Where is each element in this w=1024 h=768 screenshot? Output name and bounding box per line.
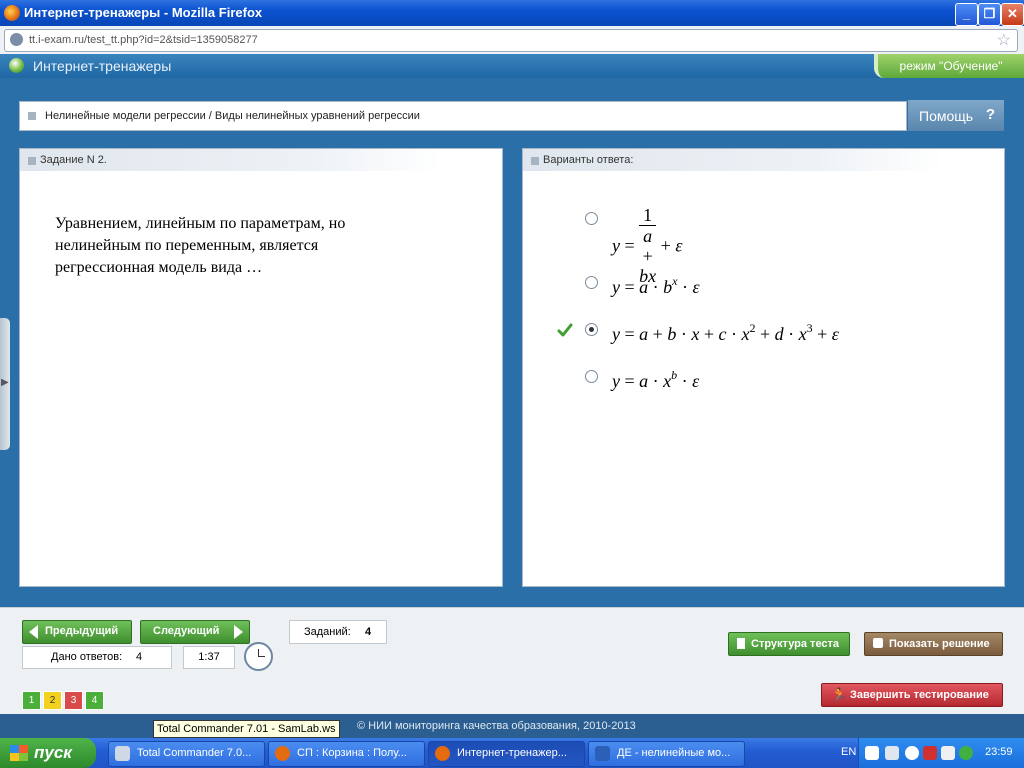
topic-title: Нелинейные модели регрессии / Виды нелин… <box>45 110 420 122</box>
address-text[interactable]: tt.i-exam.ru/test_tt.php?id=2&tsid=13590… <box>29 34 258 46</box>
firefox-icon <box>4 5 20 21</box>
tasks-count-box: Заданий: 4 <box>289 620 387 644</box>
taskbar-item-label: Total Commander 7.0... <box>137 747 252 759</box>
site-identity-icon[interactable] <box>10 33 23 46</box>
arrow-left-icon <box>29 625 38 639</box>
arrow-right-icon <box>234 625 243 639</box>
running-man-icon: 🏃 <box>831 687 848 702</box>
answer-radio-2[interactable] <box>585 276 598 289</box>
answer-formula-3[interactable]: y = a + b · x + c · x2 + d · x3 + ε <box>612 321 839 345</box>
next-button[interactable]: Следующий <box>140 620 250 644</box>
show-solution-button[interactable]: Показать решение <box>864 632 1003 656</box>
test-structure-button[interactable]: Структура теста <box>728 632 850 656</box>
taskbar-item-label: Интернет-тренажер... <box>457 747 567 759</box>
chevron-right-icon: ▶ <box>1 377 9 388</box>
bullet-square-icon <box>28 157 36 165</box>
system-tray: EN 23:59 <box>841 738 1024 768</box>
answered-label: Дано ответов: <box>51 651 123 663</box>
bullet-square-icon <box>28 112 36 120</box>
word-document-icon <box>595 746 610 761</box>
app-header: Интернет-тренажеры <box>0 54 1024 78</box>
bullet-square-icon <box>531 157 539 165</box>
tasks-label: Заданий: <box>304 626 351 638</box>
chevron-left-icon[interactable] <box>905 746 919 760</box>
previous-label: Предыдущий <box>45 625 119 637</box>
firefox-icon <box>275 746 290 761</box>
taskbar-item-sp-korzina[interactable]: СП : Корзина : Полу... <box>268 741 425 767</box>
start-label: пуск <box>34 743 72 762</box>
taskbar-item-label: ДЕ - нелинейные мо... <box>617 747 731 759</box>
timer: 1:37 <box>183 646 235 669</box>
answered-count-box: Дано ответов: 4 <box>22 646 172 669</box>
task-page-2[interactable]: 2 <box>43 691 62 710</box>
close-button[interactable]: ✕ <box>1001 3 1024 26</box>
test-structure-label: Структура теста <box>751 638 840 650</box>
task-page-4[interactable]: 4 <box>85 691 104 710</box>
answer-radio-3[interactable] <box>585 323 598 336</box>
taskbar: пуск Total Commander 7.0... СП : Корзина… <box>0 738 1024 768</box>
navigation-toolbar: tt.i-exam.ru/test_tt.php?id=2&tsid=13590… <box>0 26 1024 55</box>
answer-formula-4[interactable]: y = a · xb · ε <box>612 368 699 392</box>
start-button[interactable]: пуск <box>0 738 96 768</box>
task-page-1[interactable]: 1 <box>22 691 41 710</box>
cursor-tray-icon[interactable] <box>885 746 899 760</box>
correct-check-icon <box>557 323 573 337</box>
finish-test-button[interactable]: 🏃 Завершить тестирование <box>821 683 1003 707</box>
side-panel-handle[interactable]: ▶ <box>0 318 10 450</box>
clock-icon <box>244 642 273 671</box>
book-icon <box>873 638 883 648</box>
window-title: Интернет-тренажеры - Mozilla Firefox <box>24 5 263 20</box>
document-icon <box>737 638 745 649</box>
question-mark-icon: ? <box>985 106 996 123</box>
answered-count: 4 <box>136 651 143 663</box>
window-titlebar[interactable]: Интернет-тренажеры - Mozilla Firefox _ ❐… <box>0 0 1024 26</box>
total-commander-icon <box>115 746 130 761</box>
tasks-count: 4 <box>365 626 372 638</box>
topic-bar: Нелинейные модели регрессии / Виды нелин… <box>19 101 907 131</box>
finish-test-label: Завершить тестирование <box>850 689 989 701</box>
antivirus-icon[interactable] <box>923 746 937 760</box>
language-indicator[interactable]: EN <box>841 746 856 758</box>
taskbar-item-label: СП : Корзина : Полу... <box>297 747 407 759</box>
clock-time: 23:59 <box>985 746 1013 758</box>
bookmark-star-icon[interactable]: ☆ <box>997 30 1011 50</box>
next-label: Следующий <box>153 625 220 637</box>
question-panel-header: Задание N 2. <box>20 149 440 171</box>
app-name: Интернет-тренажеры <box>33 58 172 74</box>
task-page-3[interactable]: 3 <box>64 691 83 710</box>
answer-formula-2[interactable]: y = a · bx · ε <box>612 274 700 298</box>
taskbar-tooltip: Total Commander 7.01 - SamLab.ws <box>153 720 340 738</box>
question-number: Задание N 2. <box>40 154 107 166</box>
taskbar-item-internet-trenazhery[interactable]: Интернет-тренажер... <box>428 741 585 767</box>
maximize-button[interactable]: ❐ <box>978 3 1001 26</box>
answer-radio-4[interactable] <box>585 370 598 383</box>
question-panel: Задание N 2. Уравнением, линейным по пар… <box>19 148 503 587</box>
answer-radio-1[interactable] <box>585 212 598 225</box>
question-text: Уравнением, линейным по параметрам, но н… <box>55 215 346 276</box>
copyright: © НИИ мониторинга качества образования, … <box>357 720 636 732</box>
minimize-button[interactable]: _ <box>955 3 978 26</box>
safely-remove-icon[interactable] <box>941 746 955 760</box>
help-button[interactable]: Помощь ? <box>908 100 1004 131</box>
taskbar-item-total-commander[interactable]: Total Commander 7.0... <box>108 741 265 767</box>
answers-header: Варианты ответа: <box>543 154 634 166</box>
app-logo-icon <box>9 58 24 73</box>
mode-badge: режим "Обучение" <box>874 54 1024 78</box>
address-bar[interactable]: tt.i-exam.ru/test_tt.php?id=2&tsid=13590… <box>4 29 1018 52</box>
help-tray-icon[interactable] <box>865 746 879 760</box>
taskbar-item-word-document[interactable]: ДЕ - нелинейные мо... <box>588 741 745 767</box>
previous-button[interactable]: Предыдущий <box>22 620 132 644</box>
answer-panel-header: Варианты ответа: <box>523 149 943 171</box>
help-label: Помощь <box>919 108 974 124</box>
show-solution-label: Показать решение <box>889 638 990 650</box>
windows-logo-icon <box>10 745 28 761</box>
network-icon[interactable] <box>959 746 973 760</box>
firefox-icon <box>435 746 450 761</box>
